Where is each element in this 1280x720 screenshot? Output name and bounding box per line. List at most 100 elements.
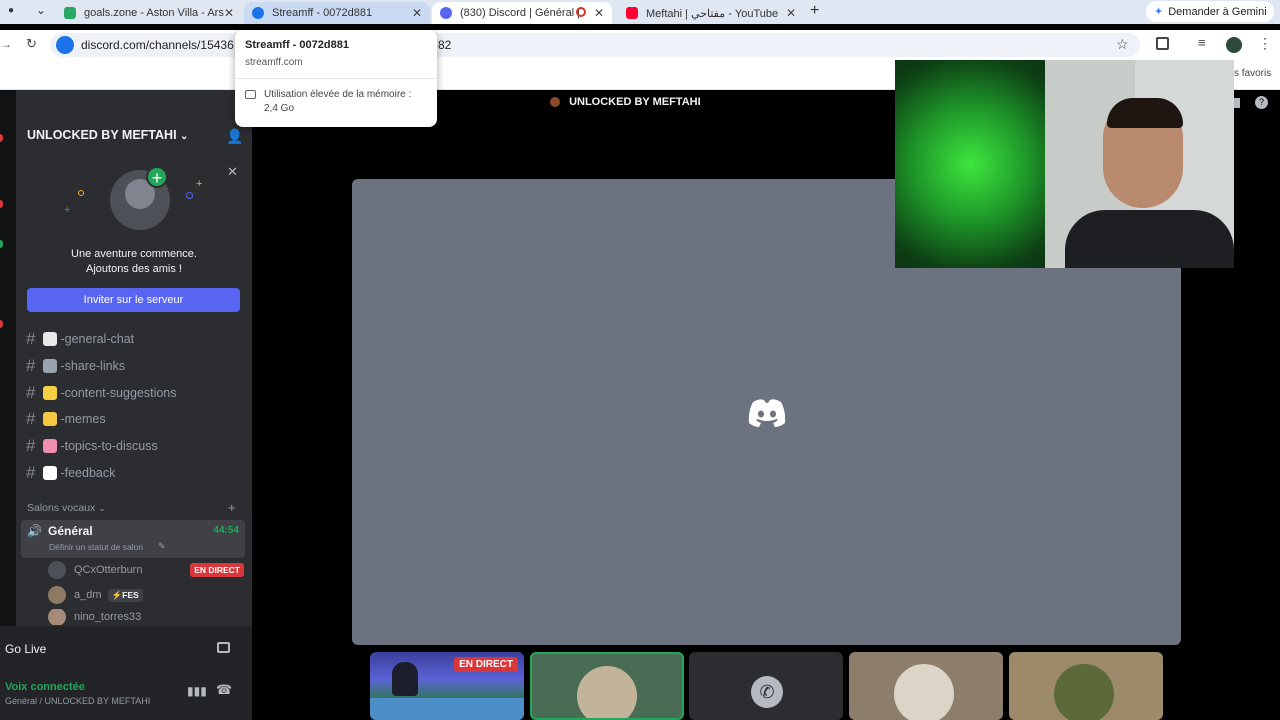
channel-item[interactable]: # -general-chat (26, 327, 246, 351)
channel-emoji-icon (43, 466, 58, 480)
go-live-label[interactable]: Go Live (5, 642, 46, 656)
participant-tile-speaking[interactable] (530, 652, 684, 720)
stream-tile-live[interactable]: EN DIRECT (370, 652, 524, 720)
channel-item[interactable]: # -feedback (26, 461, 246, 485)
media-controls-icon[interactable]: ≡ (1198, 35, 1206, 50)
channel-name: -memes (60, 412, 106, 427)
memory-line-2: 2,4 Go (264, 103, 295, 114)
channel-emoji-icon (43, 385, 58, 400)
address-bar-row: → ↻ discord.com/channels/15436 82 ☆ ≡ ⋮ (0, 30, 1280, 60)
help-icon[interactable]: ? (1255, 96, 1268, 109)
tab-title: Meftahi | مفتاحي - YouTube (646, 7, 779, 20)
server-dot[interactable] (0, 134, 3, 142)
memory-icon (245, 90, 256, 99)
voice-location[interactable]: Général / UNLOCKED BY MEFTAHI (5, 696, 150, 706)
webcam-overlay (895, 60, 1234, 268)
invite-button[interactable]: Inviter sur le serveur (27, 288, 240, 312)
channel-item[interactable]: # -memes (26, 407, 246, 431)
channel-item[interactable]: # -topics-to-discuss (26, 434, 246, 458)
hash-icon: # (26, 463, 36, 482)
chevron-down-icon[interactable]: ⌄ (36, 3, 46, 17)
add-channel-icon[interactable]: + (228, 500, 236, 515)
sparkle-decoration (186, 192, 193, 199)
channel-name: -topics-to-discuss (60, 439, 158, 454)
channel-item[interactable]: # -share-links (26, 354, 246, 378)
more-menu-icon[interactable]: ⋮ (1258, 35, 1272, 52)
close-icon[interactable]: ✕ (786, 6, 796, 20)
avatar-placeholder: + (110, 166, 170, 230)
voice-channel-name: Général (48, 524, 93, 538)
address-input[interactable]: discord.com/channels/15436 82 (50, 33, 1140, 57)
sparkle-decoration: + (196, 178, 203, 190)
hover-title: Streamff - 0072d881 (245, 39, 349, 51)
url-text: discord.com/channels/15436 (81, 38, 234, 52)
channel-emoji-icon (43, 439, 58, 454)
close-icon[interactable]: ✕ (224, 6, 234, 20)
profile-avatar[interactable] (1226, 37, 1242, 53)
bookmark-star-icon[interactable]: ☆ (1116, 36, 1129, 53)
participant-tile-call[interactable]: ✆ (689, 652, 843, 720)
gemini-button[interactable]: ✦ Demander à Gemini (1146, 1, 1274, 22)
server-icon (550, 97, 560, 108)
gemini-label: Demander à Gemini (1168, 5, 1267, 18)
recording-icon (576, 7, 586, 17)
tab-discord[interactable]: (830) Discord | Général | ✕ (432, 2, 612, 24)
voice-user[interactable]: a_dm ⚡FES (48, 584, 143, 606)
tab-title: Streamff - 0072d881 (272, 7, 373, 19)
tab-title: (830) Discord | Général | (460, 7, 581, 19)
close-icon[interactable]: ✕ (594, 6, 604, 20)
channel-sidebar: UNLOCKED BY MEFTAHI ⌄ 👤 ✕ + + + Une aven… (0, 90, 252, 720)
presenter-silhouette (392, 662, 418, 696)
server-dot[interactable] (0, 240, 3, 248)
status-placeholder[interactable]: Définir un statut de salon (49, 542, 143, 552)
disconnect-icon[interactable]: ☎ (216, 682, 232, 698)
channel-name: -share-links (60, 358, 126, 373)
server-dot[interactable] (0, 320, 3, 328)
signal-bars-icon[interactable]: ▮▮▮ (187, 684, 207, 698)
stage-header: UNLOCKED BY MEFTAHI (550, 96, 701, 108)
streamff-favicon (252, 7, 264, 19)
tab-search-icon[interactable]: ● (8, 5, 14, 16)
voice-user[interactable]: nino_torres33 (48, 609, 141, 625)
invite-card: ✕ + + + Une aventure commence. Ajoutons … (16, 152, 252, 322)
tab-youtube[interactable]: Meftahi | مفتاحي - YouTube ✕ (618, 2, 804, 24)
participant-tile[interactable] (849, 652, 1003, 720)
server-dot[interactable] (0, 200, 3, 208)
channel-name: -general-chat (60, 332, 135, 346)
participant-tile[interactable] (1009, 652, 1163, 720)
close-icon[interactable]: ✕ (412, 6, 422, 20)
chevron-down-icon: ⌄ (98, 503, 106, 513)
live-badge: EN DIRECT (190, 563, 244, 577)
channel-name: -feedback (60, 466, 116, 480)
tab-goals-zone[interactable]: goals.zone - Aston Villa - Ars ✕ (56, 2, 242, 24)
add-friend-icon: + (146, 166, 168, 188)
youtube-favicon (626, 7, 638, 19)
channel-item[interactable]: # -content-suggestions (26, 381, 246, 405)
user-avatar (48, 609, 66, 625)
voice-section-header[interactable]: Salons vocaux ⌄ (27, 502, 106, 514)
voice-user[interactable]: QCxOtterburn EN DIRECT (48, 559, 244, 581)
new-tab-icon[interactable]: + (810, 2, 819, 20)
browser-tab-bar: ● ⌄ goals.zone - Aston Villa - Ars ✕ Str… (0, 0, 1280, 24)
all-favorites-label[interactable]: s favoris (1234, 68, 1271, 79)
server-header[interactable]: UNLOCKED BY MEFTAHI ⌄ (27, 128, 188, 142)
voice-user-name: nino_torres33 (74, 611, 142, 623)
user-avatar (48, 586, 66, 604)
discord-favicon (440, 7, 452, 19)
hash-icon: # (26, 382, 36, 402)
extensions-icon[interactable] (1156, 37, 1169, 50)
sparkle-decoration (78, 190, 84, 196)
participant-avatar (894, 664, 954, 720)
reload-icon[interactable]: ↻ (26, 36, 37, 52)
voice-channel-general[interactable]: 🔊 Général 44:54 Définir un statut de sal… (21, 520, 245, 558)
participant-avatar (1054, 664, 1114, 720)
tennis-court-thumb (370, 698, 524, 720)
invite-people-icon[interactable]: 👤 (226, 128, 243, 145)
tab-streamff[interactable]: Streamff - 0072d881 ✕ (244, 2, 430, 24)
goals-zone-favicon (64, 7, 76, 19)
sparkle-decoration: + (64, 204, 71, 216)
screen-share-icon[interactable] (217, 642, 230, 653)
voice-user-name: a_dm (74, 589, 102, 601)
forward-icon[interactable]: → (0, 37, 12, 51)
close-icon[interactable]: ✕ (227, 164, 238, 180)
